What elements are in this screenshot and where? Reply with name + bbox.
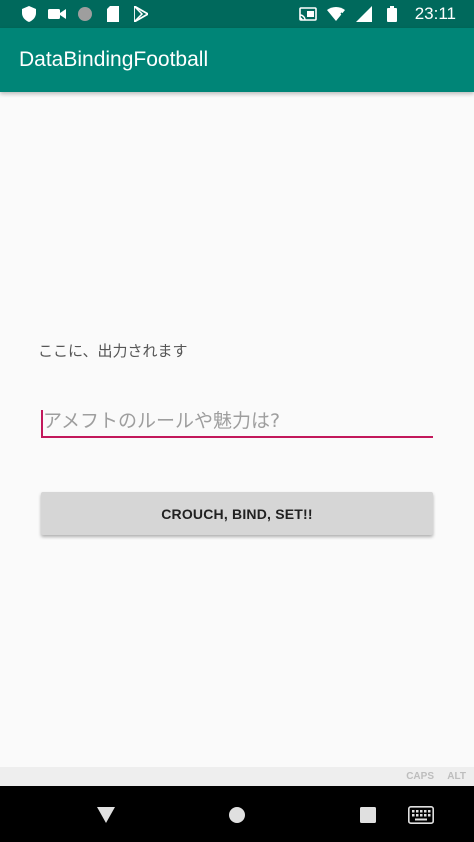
wifi-icon	[326, 5, 345, 23]
alt-indicator: ALT	[447, 771, 466, 782]
caps-indicator: CAPS	[406, 771, 434, 782]
home-icon[interactable]	[226, 804, 248, 826]
sd-card-icon	[104, 5, 122, 23]
output-text: ここに、出力されます	[38, 342, 188, 360]
text-caret	[41, 410, 43, 436]
shield-icon	[20, 5, 38, 23]
crouch-bind-set-button[interactable]: CROUCH, BIND, SET!!	[41, 492, 433, 535]
circle-icon	[76, 5, 94, 23]
back-icon[interactable]	[95, 804, 117, 826]
status-icons-left	[20, 4, 150, 24]
signal-icon	[355, 5, 373, 23]
video-camera-icon	[48, 5, 66, 23]
keyboard-hint-strip: CAPS ALT	[0, 767, 474, 786]
status-icons-right: 23:11	[298, 4, 456, 24]
question-input[interactable]	[41, 408, 433, 438]
keyboard-icon[interactable]	[407, 804, 435, 826]
battery-icon	[383, 5, 401, 23]
recents-icon[interactable]	[357, 804, 379, 826]
status-bar: 23:11	[0, 0, 474, 28]
app-title: DataBindingFootball	[19, 48, 209, 71]
main-content: ここに、出力されます CROUCH, BIND, SET!!	[0, 92, 474, 767]
play-store-icon	[132, 5, 150, 23]
status-clock: 23:11	[414, 4, 456, 23]
navigation-bar	[0, 786, 474, 842]
app-bar: DataBindingFootball	[0, 28, 474, 92]
cast-icon	[298, 5, 317, 23]
